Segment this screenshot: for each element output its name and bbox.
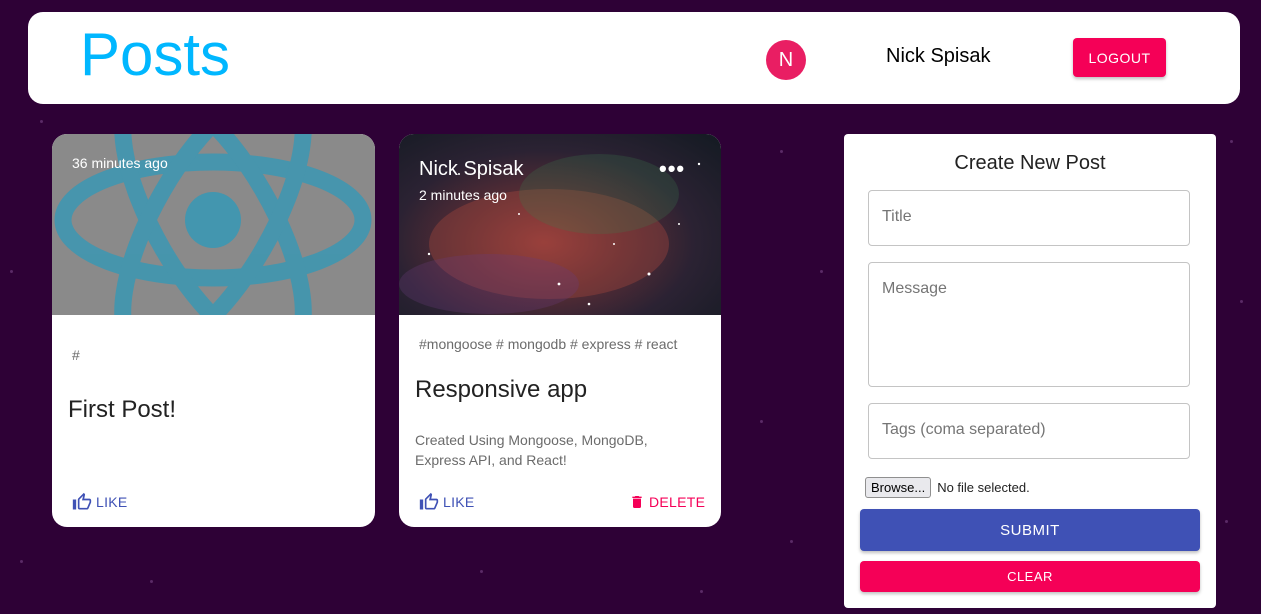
- post-time: 2 minutes ago: [419, 187, 507, 203]
- avatar: N: [766, 40, 806, 80]
- thumb-up-icon: [419, 492, 439, 510]
- file-input: Browse... No file selected.: [865, 477, 1030, 498]
- form-heading: Create New Post: [954, 152, 1106, 174]
- post-title: Responsive app: [415, 376, 588, 403]
- post-tags: #mongoose # mongodb # express # react: [419, 336, 678, 352]
- thumb-up-icon: [72, 492, 92, 510]
- title-field[interactable]: Title: [868, 190, 1190, 246]
- user-name: Nick Spisak: [886, 45, 991, 67]
- message-field[interactable]: Message: [868, 262, 1190, 387]
- tags-field[interactable]: Tags (coma separated): [868, 403, 1190, 459]
- app-title: Posts: [80, 21, 231, 88]
- post-message: Created Using Mongoose, MongoDB, Express…: [415, 432, 648, 468]
- post-tags: #: [72, 347, 80, 363]
- post-image: Nick Spisak 2 minutes ago •••: [399, 134, 721, 315]
- submit-button[interactable]: SUBMIT: [860, 509, 1200, 551]
- post-card: Nick Spisak 2 minutes ago ••• #mongoose …: [399, 134, 721, 527]
- post-image: 36 minutes ago: [52, 134, 375, 315]
- like-button[interactable]: LIKE: [419, 492, 475, 512]
- browse-button[interactable]: Browse...: [865, 477, 932, 498]
- title-placeholder: Title: [882, 208, 912, 225]
- post-title: First Post!: [68, 396, 177, 423]
- clear-button[interactable]: CLEAR: [860, 561, 1200, 592]
- delete-button[interactable]: DELETE: [629, 492, 705, 512]
- logout-button[interactable]: LOGOUT: [1073, 38, 1166, 77]
- like-label: LIKE: [443, 494, 475, 510]
- create-post-form: Create New Post Title Message Tags (coma…: [844, 134, 1216, 608]
- delete-label: DELETE: [649, 494, 706, 510]
- like-button[interactable]: LIKE: [72, 492, 128, 512]
- message-placeholder: Message: [882, 280, 947, 297]
- trash-icon: [632, 496, 642, 508]
- post-time: 36 minutes ago: [72, 155, 168, 171]
- app-bar: Posts N Nick Spisak LOGOUT: [28, 12, 1240, 104]
- post-author: Nick Spisak: [419, 158, 524, 180]
- more-options-icon[interactable]: •••: [659, 156, 685, 182]
- post-card: 36 minutes ago # First Post! LIKE: [52, 134, 375, 527]
- like-label: LIKE: [96, 494, 128, 510]
- tags-placeholder: Tags (coma separated): [882, 421, 1046, 438]
- file-status: No file selected.: [937, 480, 1030, 495]
